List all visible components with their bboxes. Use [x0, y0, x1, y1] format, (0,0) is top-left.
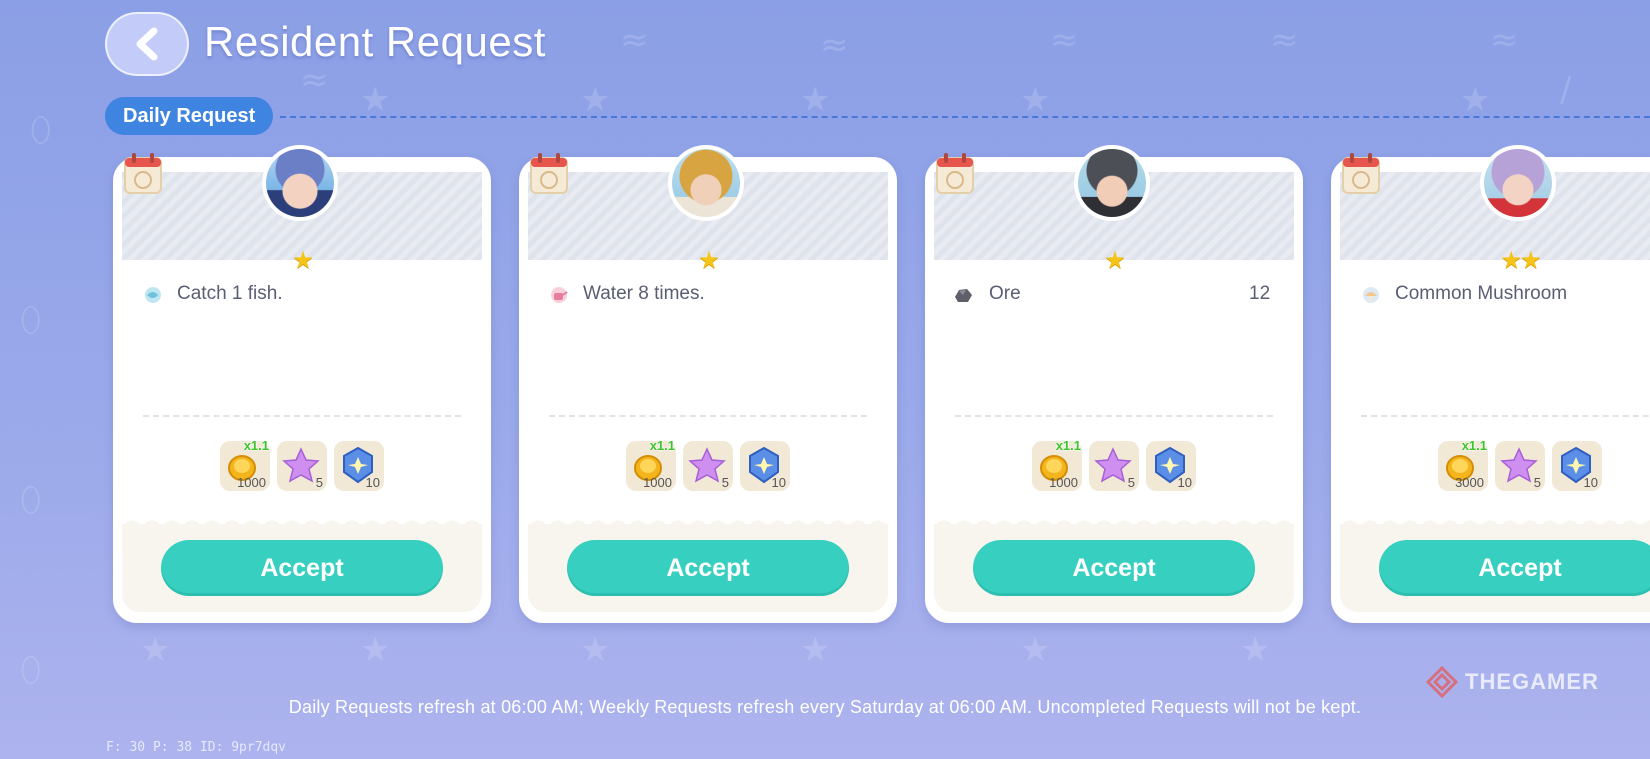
reward-purple-star[interactable]: 5	[1495, 441, 1545, 491]
section-divider	[280, 116, 1650, 118]
difficulty-stars: ★	[698, 246, 720, 274]
reward-gold-coin[interactable]: x1.1 3000	[1438, 438, 1488, 491]
card-divider	[1361, 415, 1650, 417]
ore-icon	[955, 289, 972, 302]
watering-can-icon	[551, 287, 568, 303]
reward-value: 10	[365, 475, 380, 490]
reward-value: 5	[1127, 475, 1135, 490]
card-divider	[549, 415, 867, 417]
accept-button[interactable]: Accept	[1379, 540, 1650, 596]
reward-gold-coin[interactable]: x1.1 1000	[1032, 438, 1082, 491]
reward-purple-star[interactable]: 5	[683, 441, 733, 491]
card-divider	[955, 415, 1273, 417]
task-description: Catch 1 fish.	[177, 283, 283, 304]
reward-value: 1000	[1049, 475, 1078, 490]
calendar-icon	[936, 153, 974, 194]
accept-button[interactable]: Accept	[161, 540, 443, 596]
reward-value: 5	[1533, 475, 1541, 490]
page-title: Resident Request	[204, 18, 546, 65]
reward-multiplier: x1.1	[649, 438, 675, 453]
resident-blonde-avatar	[668, 145, 744, 221]
reward-value: 1000	[643, 475, 672, 490]
task-description: Common Mushroom	[1395, 283, 1568, 304]
reward-multiplier: x1.1	[1055, 438, 1081, 453]
task-description: Water 8 times.	[583, 283, 705, 304]
reward-value: 5	[721, 475, 729, 490]
watermark-text: THEGAMER	[1465, 669, 1599, 694]
task-description: Ore	[989, 283, 1021, 304]
reward-blue-badge[interactable]: 10	[1146, 441, 1196, 491]
thegamer-logo-icon	[1425, 665, 1459, 699]
card-divider	[143, 415, 461, 417]
reward-purple-star[interactable]: 5	[277, 441, 327, 491]
chevron-left-icon	[136, 27, 158, 61]
reward-blue-badge[interactable]: 10	[1552, 441, 1602, 491]
reward-multiplier: x1.1	[243, 438, 269, 453]
reward-purple-star[interactable]: 5	[1089, 441, 1139, 491]
reward-value: 1000	[237, 475, 266, 490]
reward-value: 10	[1177, 475, 1192, 490]
calendar-icon	[1342, 153, 1380, 194]
reward-value: 10	[771, 475, 786, 490]
fish-icon	[145, 287, 161, 303]
accept-button[interactable]: Accept	[567, 540, 849, 596]
reward-value: 5	[315, 475, 323, 490]
calendar-icon	[530, 153, 568, 194]
task-quantity: 12	[1249, 283, 1271, 304]
reward-value: 3000	[1455, 475, 1484, 490]
reward-blue-badge[interactable]: 10	[334, 441, 384, 491]
difficulty-stars: ★★	[1500, 246, 1541, 274]
accept-button[interactable]: Accept	[973, 540, 1255, 596]
watermark: THEGAMER	[1425, 665, 1599, 699]
resident-blue-hat-avatar	[262, 145, 338, 221]
mushroom-icon	[1363, 287, 1379, 303]
reward-gold-coin[interactable]: x1.1 1000	[220, 438, 270, 491]
reward-blue-badge[interactable]: 10	[740, 441, 790, 491]
difficulty-stars: ★	[292, 246, 314, 274]
difficulty-stars: ★	[1104, 246, 1126, 274]
reward-multiplier: x1.1	[1461, 438, 1487, 453]
reward-value: 10	[1583, 475, 1598, 490]
back-button[interactable]	[105, 12, 189, 76]
reward-gold-coin[interactable]: x1.1 1000	[626, 438, 676, 491]
refresh-info-text: Daily Requests refresh at 06:00 AM; Week…	[288, 697, 1362, 717]
resident-goggles-avatar	[1074, 145, 1150, 221]
debug-info: F: 30 P: 38 ID: 9pr7dqv	[106, 740, 287, 755]
resident-lavender-hair-avatar	[1480, 145, 1556, 221]
calendar-icon	[124, 153, 162, 194]
tab-daily-request[interactable]: Daily Request	[105, 97, 274, 135]
